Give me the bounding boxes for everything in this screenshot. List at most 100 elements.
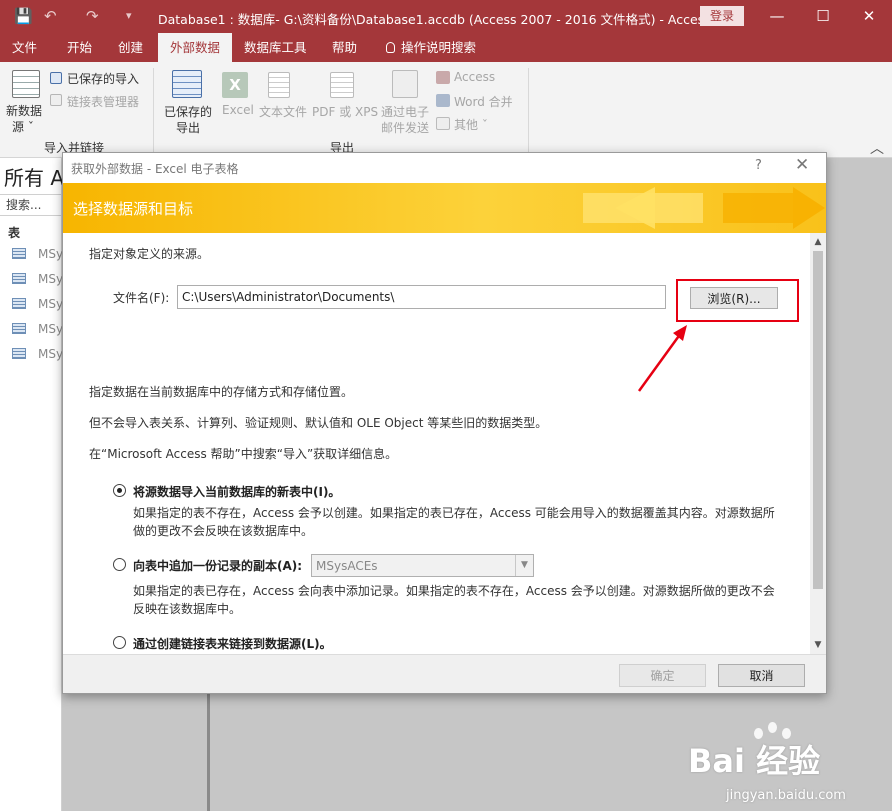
linked-table-manager-icon — [50, 94, 62, 106]
customize-quick-access-icon[interactable]: ▾ — [126, 9, 132, 22]
saved-imports-icon — [50, 72, 62, 84]
tab-home[interactable]: 开始 — [67, 33, 92, 62]
close-window-button[interactable]: ✕ — [846, 3, 892, 29]
nav-section-tables[interactable]: 表 — [8, 224, 20, 241]
file-name-label: 文件名(F): — [113, 291, 170, 305]
radio-selected-dot — [117, 488, 122, 493]
restore-button[interactable]: ☐ — [800, 3, 846, 29]
tab-file[interactable]: 文件 — [12, 33, 37, 62]
scrollbar-thumb[interactable] — [813, 251, 823, 589]
export-text-file-button[interactable]: 文本文件 — [259, 103, 307, 120]
lightbulb-icon — [386, 42, 395, 53]
dialog-banner: 选择数据源和目标 — [63, 183, 826, 233]
table-icon — [12, 273, 26, 284]
excel-icon: X — [222, 72, 248, 98]
collapse-ribbon-icon[interactable]: ︿ — [870, 138, 884, 158]
export-email-button[interactable]: 通过电子 — [381, 103, 429, 120]
append-table-select[interactable]: MSysACEs ▼ — [311, 554, 534, 577]
nav-table-label: MSysQueries — [38, 297, 62, 311]
linked-table-manager-button[interactable]: 链接表管理器 — [67, 93, 139, 110]
banner-decoration — [723, 193, 793, 223]
redo-icon[interactable]: ↷ — [86, 7, 99, 25]
title-bar: 💾 ↶ ↷ ▾ Database1 : 数据库- G:\资料备份\Databas… — [0, 0, 892, 33]
cancel-button[interactable]: 取消 — [718, 664, 805, 687]
ribbon-separator — [528, 68, 529, 152]
banner-title: 选择数据源和目标 — [73, 200, 194, 218]
table-icon — [12, 323, 26, 334]
workspace-divider — [207, 688, 210, 811]
dialog-close-button[interactable]: ✕ — [795, 155, 809, 175]
file-name-input[interactable] — [177, 285, 666, 309]
export-word-merge-button[interactable]: Word 合并 — [454, 93, 513, 110]
ribbon-tab-bar: 文件 开始 创建 外部数据 数据库工具 帮助 操作说明搜索 — [0, 33, 892, 62]
scroll-down-icon[interactable]: ▼ — [810, 637, 826, 653]
dialog-footer: 确定 取消 — [63, 654, 826, 693]
chevron-down-icon: ▼ — [515, 555, 533, 576]
navigation-pane: 所有 A 搜索... 表 MSysACEs MSysObjects MSysQu… — [0, 158, 64, 811]
table-icon — [12, 248, 26, 259]
nav-search-input[interactable]: 搜索... — [0, 194, 62, 216]
import-new-table-radio[interactable] — [113, 484, 126, 497]
new-data-source-button[interactable]: 新数据 — [6, 102, 42, 119]
table-icon — [12, 298, 26, 309]
storage-prompt: 指定数据在当前数据库中的存储方式和存储位置。 — [89, 385, 354, 399]
link-table-label[interactable]: 通过创建链接表来链接到数据源(L)。 — [133, 635, 332, 652]
scroll-up-icon[interactable]: ▲ — [810, 234, 826, 250]
nav-table-item[interactable]: MSysRelationships — [12, 322, 62, 340]
export-access-button[interactable]: Access — [454, 70, 495, 84]
saved-exports-button[interactable]: 已保存的 — [164, 103, 212, 120]
tab-external-data[interactable]: 外部数据 — [158, 33, 233, 62]
ok-button[interactable]: 确定 — [619, 664, 706, 687]
nav-table-item[interactable]: MSysResources — [12, 347, 62, 365]
nav-table-item[interactable]: MSysObjects — [12, 272, 62, 290]
dialog-title: 获取外部数据 - Excel 电子表格 — [71, 162, 239, 176]
watermark-text: Bai 经验 — [688, 742, 821, 780]
export-more-button[interactable]: 其他 ˇ — [454, 116, 488, 133]
append-records-radio[interactable] — [113, 558, 126, 571]
unsupported-types-note: 但不会导入表关系、计算列、验证规则、默认值和 OLE Object 等某些旧的数… — [89, 416, 548, 430]
export-excel-button[interactable]: Excel — [222, 103, 254, 117]
get-external-data-dialog: 获取外部数据 - Excel 电子表格 ? ✕ 选择数据源和目标 指定对象定义的… — [62, 152, 827, 694]
banner-arrow-right-icon — [793, 187, 825, 229]
new-data-source-label[interactable]: 源 ˇ — [12, 118, 34, 135]
annotation-arrow-icon — [637, 325, 687, 392]
saved-exports-label[interactable]: 导出 — [176, 119, 200, 136]
nav-table-item[interactable]: MSysACEs — [12, 247, 62, 265]
tab-create[interactable]: 创建 — [118, 33, 143, 62]
watermark-url: jingyan.baidu.com — [726, 788, 846, 803]
import-new-table-label[interactable]: 将源数据导入当前数据库的新表中(I)。 — [133, 483, 340, 500]
baidu-watermark: Bai 经验 jingyan.baidu.com — [688, 716, 888, 806]
tab-tell-me[interactable]: 操作说明搜索 — [386, 33, 476, 62]
saved-exports-icon — [172, 70, 202, 98]
append-records-description: 如果指定的表已存在，Access 会向表中添加记录。如果指定的表不存在，Acce… — [133, 584, 775, 616]
highlight-box — [676, 279, 799, 322]
nav-table-label: MSysRelationships — [38, 322, 62, 336]
saved-imports-button[interactable]: 已保存的导入 — [67, 70, 139, 87]
nav-table-item[interactable]: MSysQueries — [12, 297, 62, 315]
window-title: Database1 : 数据库- G:\资料备份\Database1.accdb… — [158, 12, 711, 27]
export-email-label[interactable]: 邮件发送 — [381, 119, 429, 136]
minimize-button[interactable]: — — [754, 3, 800, 29]
save-icon[interactable]: 💾 — [14, 7, 33, 25]
dialog-scrollbar[interactable]: ▲ ▼ — [810, 233, 826, 654]
link-table-radio[interactable] — [113, 636, 126, 649]
access-icon — [436, 71, 450, 84]
undo-icon[interactable]: ↶ — [44, 7, 57, 25]
pdf-xps-icon — [330, 72, 354, 98]
more-export-icon — [436, 117, 450, 130]
ribbon: 新数据 源 ˇ 已保存的导入 链接表管理器 导入并链接 已保存的 导出 X Ex… — [0, 62, 892, 158]
banner-arrow-left-icon — [615, 187, 655, 229]
login-button[interactable]: 登录 — [700, 6, 744, 26]
email-attachment-icon — [392, 70, 418, 98]
append-table-value: MSysACEs — [316, 559, 378, 573]
tab-database-tools[interactable]: 数据库工具 — [244, 33, 307, 62]
paw-icon — [768, 722, 777, 733]
dialog-help-button[interactable]: ? — [755, 158, 762, 173]
nav-pane-title[interactable]: 所有 A — [4, 162, 64, 191]
export-pdf-xps-button[interactable]: PDF 或 XPS — [312, 103, 378, 120]
nav-table-label: MSysACEs — [38, 247, 62, 261]
help-search-note: 在“Microsoft Access 帮助”中搜索“导入”获取详细信息。 — [89, 447, 398, 461]
tab-help[interactable]: 帮助 — [332, 33, 357, 62]
append-records-label[interactable]: 向表中追加一份记录的副本(A): — [133, 557, 302, 574]
text-file-icon — [268, 72, 290, 98]
